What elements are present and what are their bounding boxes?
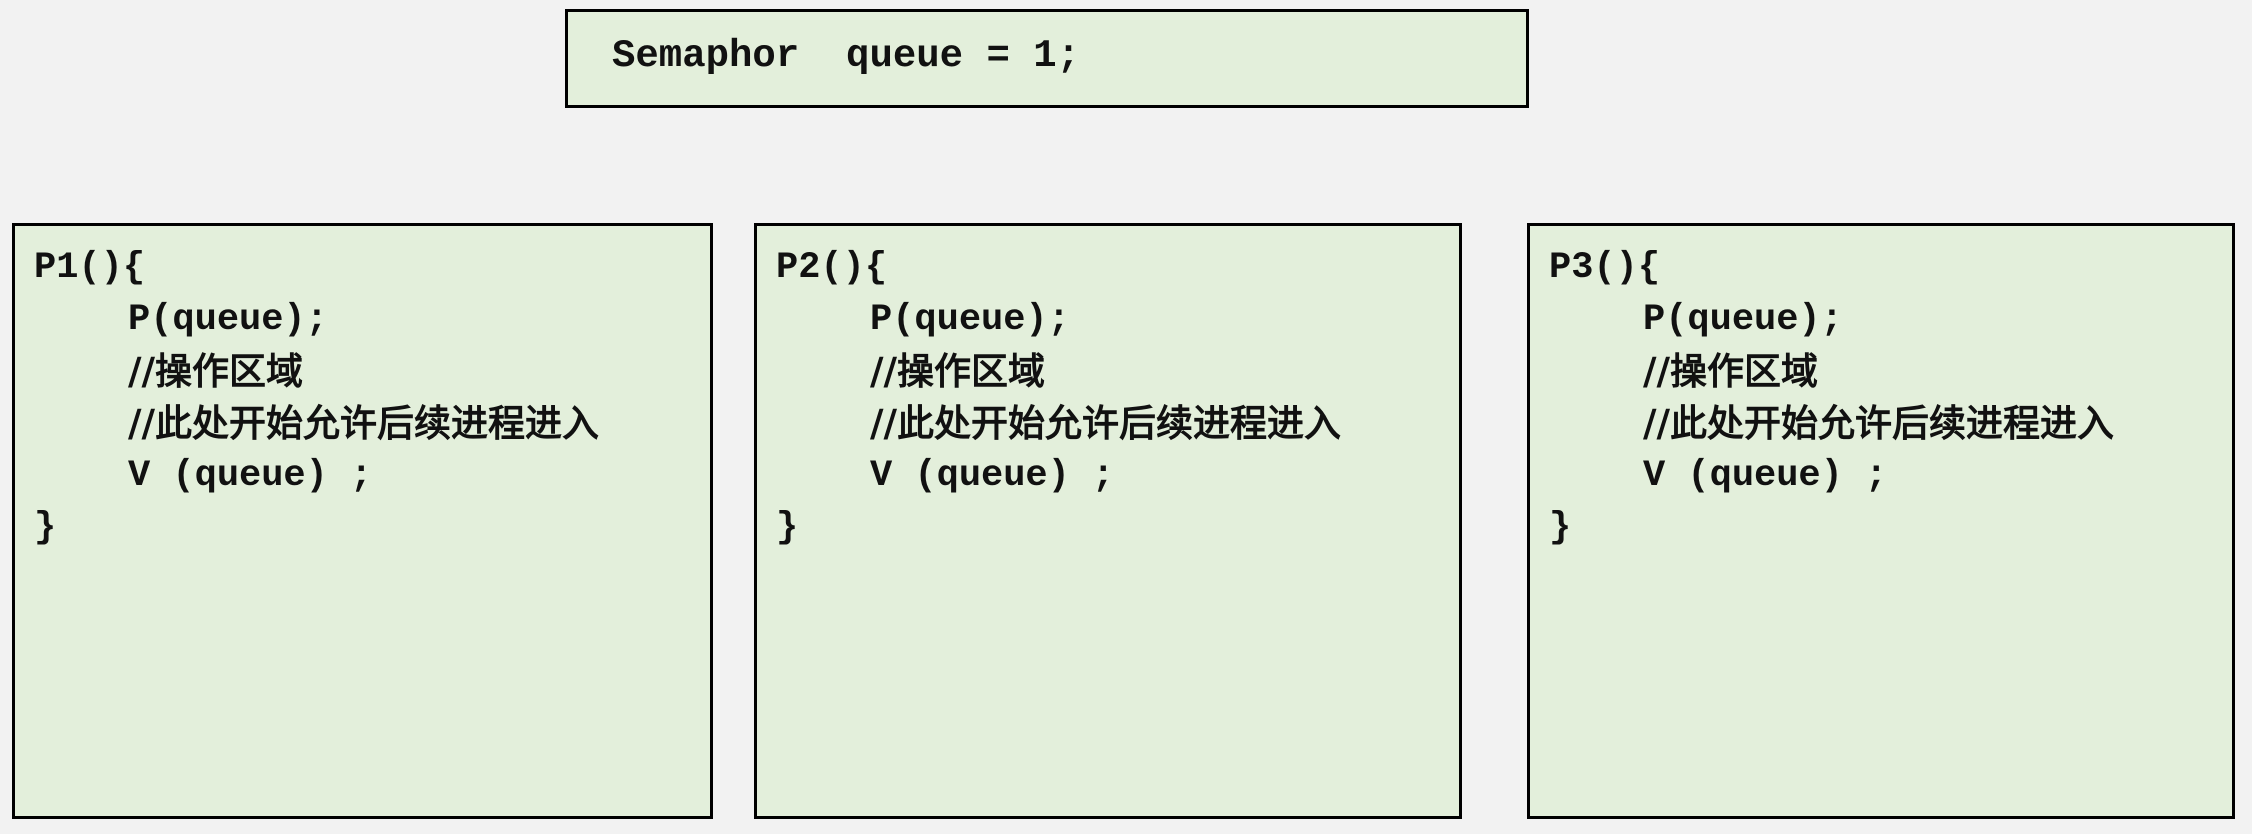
comment-allow-next-process: //此处开始允许后续进程进入	[870, 402, 1342, 445]
semaphore-declaration-box: Semaphor queue = 1;	[565, 9, 1529, 108]
v-operation-call: V (queue) ;	[1643, 455, 1888, 497]
closing-brace: }	[1549, 507, 1572, 549]
process-header: P2(){	[776, 247, 888, 289]
closing-brace: }	[776, 507, 799, 549]
v-operation-call: V (queue) ;	[870, 455, 1115, 497]
p-operation-call: P(queue);	[1643, 299, 1843, 341]
process-header: P1(){	[34, 247, 146, 289]
p-operation-call: P(queue);	[870, 299, 1070, 341]
process-p2-box: P2(){ P(queue); //操作区域 //此处开始允许后续进程进入 V …	[754, 223, 1462, 819]
p-operation-call: P(queue);	[128, 299, 328, 341]
comment-allow-next-process: //此处开始允许后续进程进入	[1643, 402, 2115, 445]
closing-brace: }	[34, 507, 57, 549]
comment-operation-area: //操作区域	[1643, 350, 1819, 393]
process-p3-box: P3(){ P(queue); //操作区域 //此处开始允许后续进程进入 V …	[1527, 223, 2235, 819]
comment-operation-area: //操作区域	[870, 350, 1046, 393]
comment-allow-next-process: //此处开始允许后续进程进入	[128, 402, 600, 445]
process-p1-box: P1(){ P(queue); //操作区域 //此处开始允许后续进程进入 V …	[12, 223, 713, 819]
v-operation-call: V (queue) ;	[128, 455, 373, 497]
comment-operation-area: //操作区域	[128, 350, 304, 393]
process-header: P3(){	[1549, 247, 1661, 289]
semaphore-declaration: Semaphor queue = 1;	[612, 34, 1081, 78]
